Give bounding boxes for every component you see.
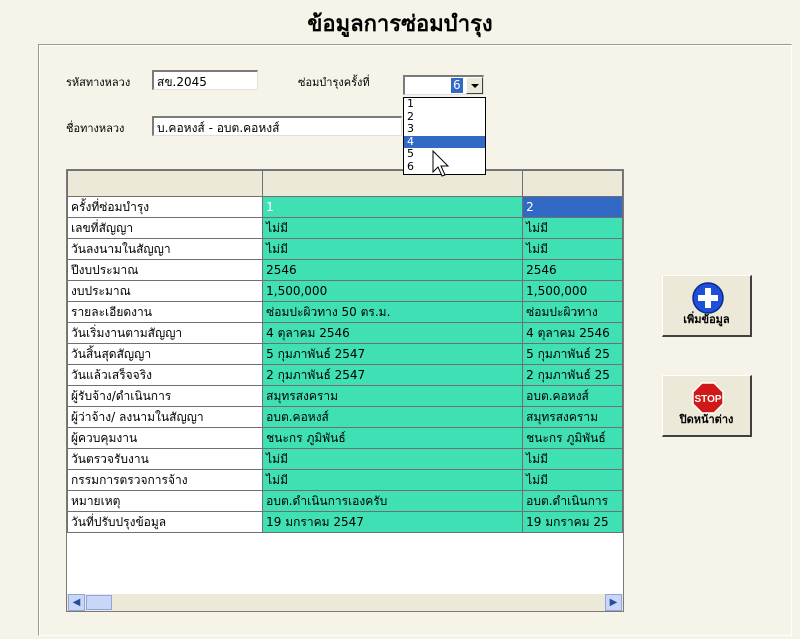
table-row[interactable]: รายละเอียดงาน ซ่อมปะผิวทาง 50 ตร.ม. ซ่อมปะ… (67, 301, 623, 323)
row-label-cell[interactable]: รายละเอียดงาน (67, 301, 264, 323)
row-label-cell[interactable]: วันเริ่มงานตามสัญญา (67, 322, 264, 344)
row-label-cell[interactable]: งบประมาณ (67, 280, 264, 302)
table-row[interactable]: ผู้ควบคุมงาน ชนะกร ภูมิพันธ์ ชนะกร ภูมิพัน… (67, 427, 623, 449)
grid-header-cell[interactable] (522, 170, 623, 197)
table-row[interactable]: หมายเหตุ อบต.ดำเนินการเองครับ อบต.ดำเนินกา… (67, 490, 623, 512)
grid-cell[interactable]: 5 กุมภาพันธ์ 25 (522, 343, 623, 365)
grid-header-cell (67, 170, 264, 197)
row-label-cell[interactable]: ครั้งที่ซ่อมบำรุง (67, 196, 264, 218)
grid-cell[interactable]: อบต.คอหงส์ (522, 385, 623, 407)
close-window-label: ปิดหน้าต่าง (679, 413, 734, 426)
row-label-cell[interactable]: หมายเหตุ (67, 490, 264, 512)
dropdown-option[interactable]: 2 (404, 110, 485, 124)
table-row[interactable]: ผู้รับจ้าง/ดำเนินการ สมุทรสงคราม อบต.คอหงส… (67, 385, 623, 407)
grid-cell[interactable]: ชนะกร ภูมิพันธ์ (522, 427, 623, 449)
grid-cell[interactable]: ไม่มี (522, 238, 623, 260)
grid-cell[interactable]: ซ่อมปะผิวทาง (522, 301, 623, 323)
table-row[interactable]: วันสิ้นสุดสัญญา 5 กุมภาพันธ์ 2547 5 กุมภาพ… (67, 343, 623, 365)
close-window-button[interactable]: STOP ปิดหน้าต่าง (662, 375, 752, 437)
grid-cell[interactable]: ไม่มี (262, 217, 524, 239)
route-name-label: ชื่อทางหลวง (66, 122, 125, 135)
table-row[interactable]: ปีงบประมาณ 2546 2546 (67, 259, 623, 281)
row-label-cell[interactable]: เลขที่สัญญา (67, 217, 264, 239)
repair-number-select[interactable]: 6 (403, 75, 484, 95)
table-row[interactable]: วันลงนามในสัญญา ไม่มี ไม่มี (67, 238, 623, 260)
grid-cell[interactable]: ไม่มี (262, 469, 524, 491)
grid-cell[interactable]: 4 ตุลาคม 2546 (262, 322, 524, 344)
table-row[interactable]: วันที่ปรับปรุงข้อมูล 19 มกราคม 2547 19 มกร… (67, 511, 623, 533)
page-title: ข้อมูลการซ่อมบำรุง (307, 12, 493, 37)
scrollbar-thumb[interactable] (86, 595, 112, 610)
grid-cell[interactable]: 19 มกราคม 25 (522, 511, 623, 533)
grid-cell[interactable]: ไม่มี (262, 238, 524, 260)
table-row[interactable]: เลขที่สัญญา ไม่มี ไม่มี (67, 217, 623, 239)
grid-cell[interactable]: 4 ตุลาคม 2546 (522, 322, 623, 344)
row-label-cell[interactable]: วันลงนามในสัญญา (67, 238, 264, 260)
grid-cell[interactable]: 2 (522, 196, 623, 218)
grid-cell[interactable]: 5 กุมภาพันธ์ 2547 (262, 343, 524, 365)
scroll-left-icon[interactable]: ◀ (68, 594, 85, 611)
table-row[interactable]: ครั้งที่ซ่อมบำรุง 1 2 (67, 196, 623, 218)
add-data-button[interactable]: เพิ่มข้อมูล (662, 275, 752, 337)
form-window: ข้อมูลการซ่อมบำรุง รหัสทางหลวง สข.2045 ซ… (0, 0, 800, 639)
grid-cell[interactable]: 1 (262, 196, 524, 218)
grid-cell[interactable]: 1,500,000 (262, 280, 524, 302)
row-label-cell[interactable]: วันแล้วเสร็จจริง (67, 364, 264, 386)
route-name-input[interactable]: บ.คอหงส์ - อบต.คอหงส์ (152, 116, 402, 136)
table-row[interactable]: วันตรวจรับงาน ไม่มี ไม่มี (67, 448, 623, 470)
grid-cell[interactable]: ซ่อมปะผิวทาง 50 ตร.ม. (262, 301, 524, 323)
grid-cell[interactable]: 19 มกราคม 2547 (262, 511, 524, 533)
grid-table: ครั้งที่ซ่อมบำรุง 1 2 เลขที่สัญญา ไม่มี ไม่มี… (67, 170, 623, 533)
repair-number-value: 6 (451, 78, 463, 93)
table-row[interactable]: วันเริ่มงานตามสัญญา 4 ตุลาคม 2546 4 ตุลาคม… (67, 322, 623, 344)
scroll-right-icon[interactable]: ▶ (605, 594, 622, 611)
grid-header-row (67, 170, 623, 197)
grid-cell[interactable]: ชนะกร ภูมิพันธ์ (262, 427, 524, 449)
grid-cell[interactable]: ไม่มี (522, 469, 623, 491)
row-label-cell[interactable]: ผู้รับจ้าง/ดำเนินการ (67, 385, 264, 407)
grid-cell[interactable]: 2546 (522, 259, 623, 281)
grid-cell[interactable]: 2 กุมภาพันธ์ 25 (522, 364, 623, 386)
row-label-cell[interactable]: ผู้ว่าจ้าง/ ลงนามในสัญญา (67, 406, 264, 428)
grid-cell[interactable]: 2 กุมภาพันธ์ 2547 (262, 364, 524, 386)
grid-cell[interactable]: ไม่มี (262, 448, 524, 470)
mouse-cursor-icon (432, 150, 450, 177)
row-label-cell[interactable]: ผู้ควบคุมงาน (67, 427, 264, 449)
grid-cell[interactable]: อบต.ดำเนินการเองครับ (262, 490, 524, 512)
grid-cell[interactable]: อบต.ดำเนินการ (522, 490, 623, 512)
grid-cell[interactable]: สมุทรสงคราม (262, 385, 524, 407)
chevron-down-icon[interactable] (466, 77, 483, 94)
repair-number-label: ซ่อมบำรุงครั้งที่ (298, 76, 370, 89)
table-row[interactable]: งบประมาณ 1,500,000 1,500,000 (67, 280, 623, 302)
route-code-input[interactable]: สข.2045 (152, 70, 258, 90)
grid-cell[interactable]: 2546 (262, 259, 524, 281)
row-label-cell[interactable]: วันที่ปรับปรุงข้อมูล (67, 511, 264, 533)
table-row[interactable]: ผู้ว่าจ้าง/ ลงนามในสัญญา อบต.คอหงส์ สมุทรส… (67, 406, 623, 428)
grid-cell[interactable]: สมุทรสงคราม (522, 406, 623, 428)
row-label-cell[interactable]: กรรมการตรวจการจ้าง (67, 469, 264, 491)
add-data-label: เพิ่มข้อมูล (683, 313, 730, 326)
table-row[interactable]: กรรมการตรวจการจ้าง ไม่มี ไม่มี (67, 469, 623, 491)
grid-cell[interactable]: อบต.คอหงส์ (262, 406, 524, 428)
row-label-cell[interactable]: วันสิ้นสุดสัญญา (67, 343, 264, 365)
row-label-cell[interactable]: วันตรวจรับงาน (67, 448, 264, 470)
dropdown-option[interactable]: 4 (404, 135, 485, 149)
table-row[interactable]: วันแล้วเสร็จจริง 2 กุมภาพันธ์ 2547 2 กุมภา… (67, 364, 623, 386)
dropdown-option[interactable]: 3 (404, 123, 485, 136)
stop-sign-text: STOP (694, 394, 721, 405)
grid-cell[interactable]: ไม่มี (522, 217, 623, 239)
row-label-cell[interactable]: ปีงบประมาณ (67, 259, 264, 281)
grid-cell[interactable]: 1,500,000 (522, 280, 623, 302)
horizontal-scrollbar[interactable]: ◀ ▶ (67, 594, 623, 611)
grid-cell[interactable]: ไม่มี (522, 448, 623, 470)
dropdown-option[interactable]: 1 (404, 97, 485, 111)
maintenance-grid[interactable]: ครั้งที่ซ่อมบำรุง 1 2 เลขที่สัญญา ไม่มี ไม่มี… (66, 169, 624, 612)
route-code-label: รหัสทางหลวง (66, 76, 131, 89)
